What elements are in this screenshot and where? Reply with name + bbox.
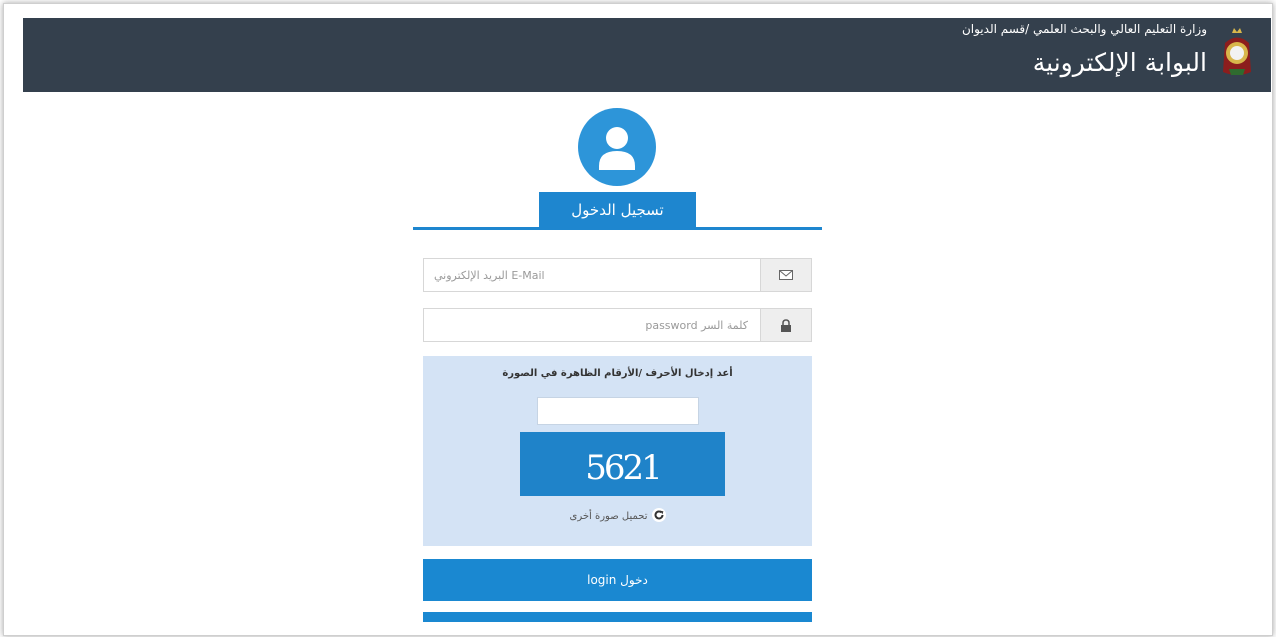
captcha-instruction: أعد إدخال الأحرف /الأرقام الظاهرة في الص… [502, 368, 733, 379]
envelope-icon [760, 259, 811, 291]
bottom-strip [423, 612, 812, 622]
lock-icon [760, 309, 811, 341]
user-avatar-icon [578, 108, 656, 186]
portal-title: البوابة الإلكترونية [1032, 48, 1207, 77]
password-input[interactable] [424, 309, 758, 341]
password-field [423, 308, 812, 342]
captcha-image: 5621 [520, 432, 725, 496]
ministry-name: وزارة التعليم العالي والبحث العلمي /قسم … [961, 22, 1207, 36]
reload-captcha-link[interactable]: تحميل صورة أخرى [423, 508, 812, 525]
captcha-panel: أعد إدخال الأحرف /الأرقام الظاهرة في الص… [423, 356, 812, 546]
refresh-icon [651, 508, 666, 525]
email-field [423, 258, 812, 292]
header-bar: وزارة التعليم العالي والبحث العلمي /قسم … [23, 18, 1271, 92]
coat-of-arms-icon [1217, 26, 1257, 78]
captcha-input[interactable] [537, 397, 699, 425]
login-tab[interactable]: تسجيل الدخول [539, 192, 696, 228]
email-input[interactable] [424, 259, 758, 291]
login-button[interactable]: login دخول [423, 559, 812, 601]
tab-underline [413, 227, 822, 230]
reload-captcha-label: تحميل صورة أخرى [569, 511, 648, 522]
